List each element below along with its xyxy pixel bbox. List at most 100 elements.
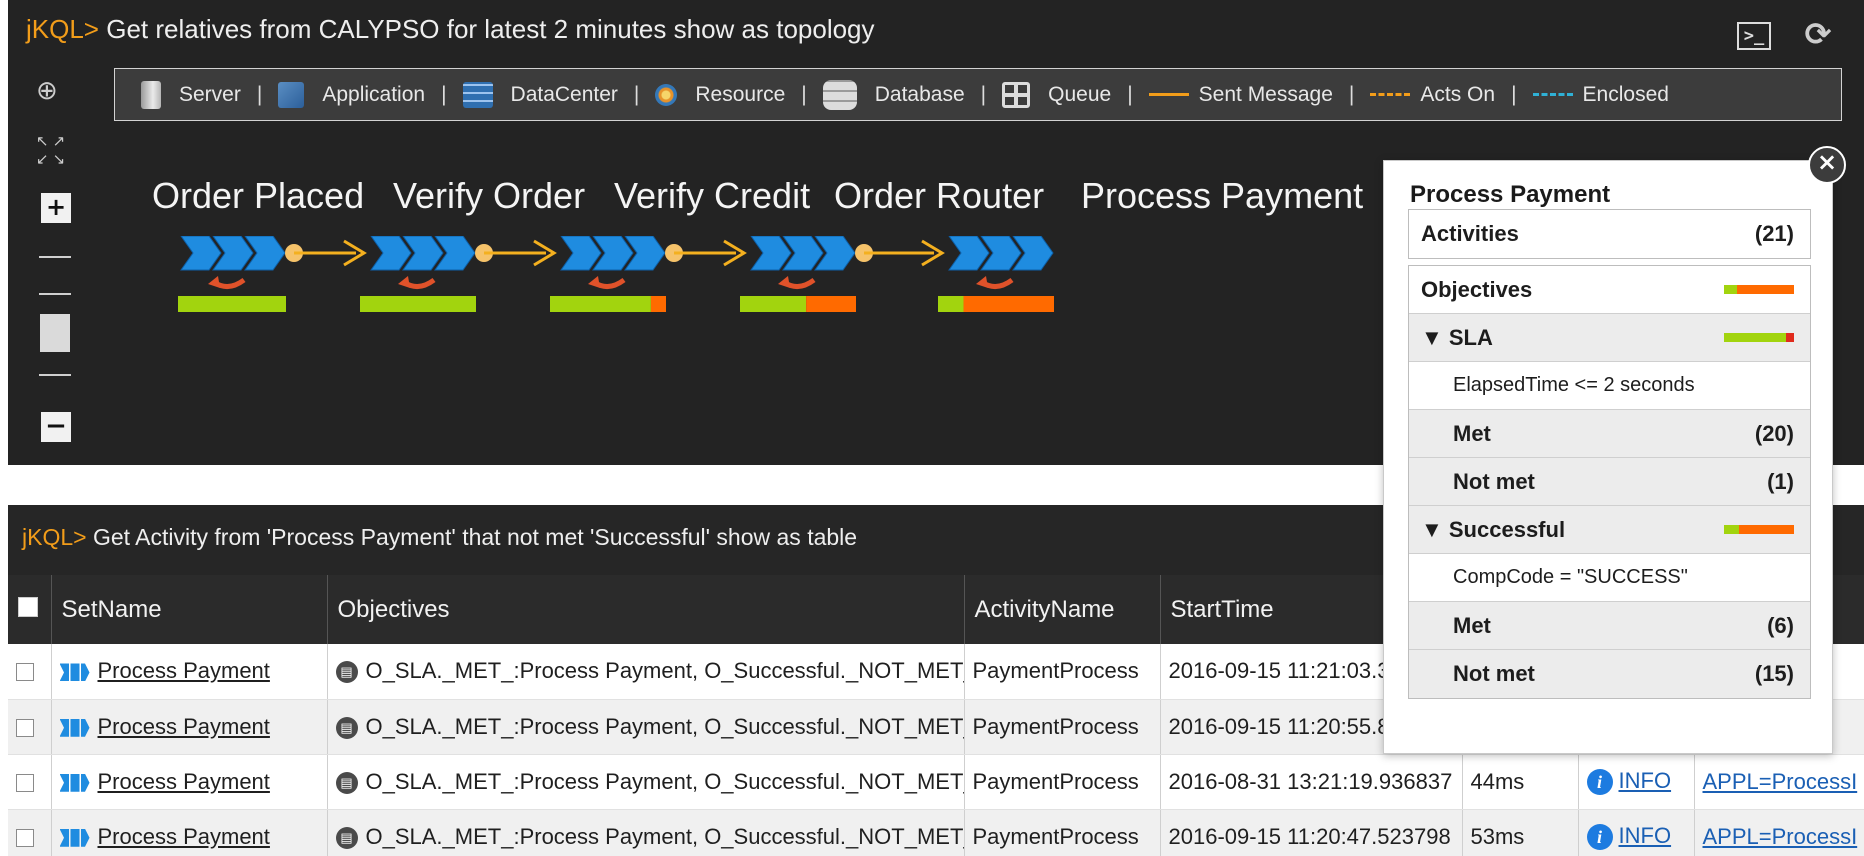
outbound-arc-head <box>976 276 988 288</box>
sla-not-met-row[interactable]: Not met (1) <box>1409 458 1810 506</box>
dashed-orange-line-icon <box>1370 93 1411 96</box>
row-checkbox[interactable] <box>8 644 52 700</box>
appl-cell: APPL=ProcessI <box>1694 754 1864 810</box>
node-label-order-router[interactable]: Order Router <box>834 175 1044 217</box>
solid-line-icon <box>1148 93 1189 96</box>
column-header-setname[interactable]: SetName <box>51 575 328 644</box>
info-icon: i <box>1586 769 1613 796</box>
select-all-checkbox[interactable] <box>8 575 52 644</box>
objectives-cell: ▤ O_SLA._MET_:Process Payment, O_Successf… <box>327 754 965 810</box>
zoom-in-button[interactable]: + <box>41 193 71 223</box>
setname-link[interactable]: Process Payment <box>98 824 270 849</box>
sla-met-row[interactable]: Met (20) <box>1409 410 1810 458</box>
fit-to-screen-icon[interactable]: ↖↗ ↙↘ <box>36 132 76 172</box>
row-checkbox[interactable] <box>8 809 52 856</box>
appl-link[interactable]: APPL=ProcessI <box>1703 824 1858 849</box>
activity-set-icon <box>59 718 90 737</box>
node-label-verify-credit[interactable]: Verify Credit <box>614 175 810 217</box>
activities-box: Activities (21) <box>1408 209 1811 259</box>
starttime-cell: 2016-09-15 11:20:47.523798 <box>1160 809 1463 856</box>
document-icon: ▤ <box>335 661 358 684</box>
zoom-slider-thumb[interactable] <box>40 314 70 352</box>
table-row[interactable]: Process Payment ▤ O_SLA._MET_:Process Paym… <box>8 809 1864 856</box>
node-detail-popup: Process Payment Activities (21) Objective… <box>1383 160 1833 754</box>
setname-link[interactable]: Process Payment <box>98 714 270 739</box>
resource-icon <box>655 83 678 106</box>
setname-cell: Process Payment <box>51 809 328 856</box>
info-icon: i <box>1586 824 1613 851</box>
activityname-cell: PaymentProcess <box>964 754 1161 810</box>
successful-condition: CompCode = "SUCCESS" <box>1409 554 1810 602</box>
document-icon: ▤ <box>335 771 358 794</box>
objectives-box: Objectives ▼ SLA ElapsedTime <= 2 second… <box>1408 265 1811 699</box>
outbound-arc-head <box>398 276 410 288</box>
zoom-tick <box>39 256 71 258</box>
zoom-tick <box>39 293 71 295</box>
setname-cell: Process Payment <box>51 644 328 700</box>
refresh-icon[interactable]: ⟳ <box>1798 14 1838 54</box>
table-row[interactable]: Process Payment ▤ O_SLA._MET_:Process Paym… <box>8 754 1864 810</box>
legend-sent-message[interactable]: Sent Message <box>1148 83 1333 107</box>
terminal-icon[interactable]: >_ <box>1737 22 1771 50</box>
objectives-cell: ▤ O_SLA._MET_:Process Payment, O_Successf… <box>327 699 965 755</box>
node-not-met-bar <box>963 296 1054 312</box>
popup-close-button[interactable]: × <box>1808 146 1846 184</box>
zoom-tick <box>39 374 71 376</box>
zoom-search-icon[interactable]: ⊕ <box>36 76 76 116</box>
successful-not-met-row[interactable]: Not met (15) <box>1409 650 1810 698</box>
legend-database[interactable]: Database <box>822 79 965 110</box>
setname-link[interactable]: Process Payment <box>98 769 270 794</box>
column-header-activityname[interactable]: ActivityName <box>964 575 1161 644</box>
node-label-verify-order[interactable]: Verify Order <box>393 175 585 217</box>
application-icon <box>278 81 305 108</box>
node-label-process-payment[interactable]: Process Payment <box>1081 175 1363 217</box>
elapsed-cell: 53ms <box>1462 809 1579 856</box>
sla-condition: ElapsedTime <= 2 seconds <box>1409 362 1810 410</box>
row-checkbox[interactable] <box>8 754 52 810</box>
appl-cell: APPL=ProcessI <box>1694 809 1864 856</box>
node-not-met-bar <box>650 296 666 312</box>
server-icon <box>141 80 161 109</box>
setname-link[interactable]: Process Payment <box>98 658 270 683</box>
outbound-arc-head <box>778 276 790 288</box>
activityname-cell: PaymentProcess <box>964 809 1161 856</box>
column-header-objectives[interactable]: Objectives <box>327 575 965 644</box>
activities-row[interactable]: Activities (21) <box>1409 210 1810 258</box>
starttime-cell: 2016-08-31 13:21:19.936837 <box>1160 754 1463 810</box>
successful-bar <box>1724 525 1794 534</box>
appl-link[interactable]: APPL=ProcessI <box>1703 769 1858 794</box>
zoom-out-button[interactable]: − <box>41 412 71 442</box>
activity-set-chevron-icon <box>750 236 792 271</box>
outbound-arc-head <box>588 276 600 288</box>
datacenter-icon <box>462 81 493 108</box>
topology-legend: Server | Application | DataCenter | Reso… <box>114 68 1842 121</box>
objectives-row[interactable]: Objectives <box>1409 266 1810 314</box>
legend-server[interactable]: Server <box>141 80 241 109</box>
queue-icon <box>1002 81 1031 108</box>
topology-flow <box>178 236 1054 312</box>
legend-resource[interactable]: Resource <box>655 83 785 107</box>
node-met-bar <box>550 296 651 312</box>
row-checkbox[interactable] <box>8 699 52 755</box>
successful-met-row[interactable]: Met (6) <box>1409 602 1810 650</box>
objectives-bar <box>1724 285 1794 294</box>
topology-query[interactable]: jKQL> Get relatives from CALYPSO for lat… <box>26 14 875 45</box>
legend-enclosed[interactable]: Enclosed <box>1532 83 1669 107</box>
activity-set-icon <box>59 828 90 847</box>
popup-title: Process Payment <box>1410 181 1611 208</box>
legend-application[interactable]: Application <box>278 81 425 108</box>
node-met-bar <box>938 296 964 312</box>
severity-link[interactable]: INFO <box>1619 768 1672 793</box>
activity-set-chevron-icon <box>370 236 412 271</box>
node-not-met-bar <box>806 296 856 312</box>
database-icon <box>822 79 857 110</box>
legend-queue[interactable]: Queue <box>1002 81 1111 108</box>
severity-link[interactable]: INFO <box>1619 823 1672 848</box>
node-label-order-placed[interactable]: Order Placed <box>152 175 364 217</box>
legend-acts-on[interactable]: Acts On <box>1370 83 1495 107</box>
legend-datacenter[interactable]: DataCenter <box>462 81 618 108</box>
setname-cell: Process Payment <box>51 699 328 755</box>
sla-row[interactable]: ▼ SLA <box>1409 314 1810 362</box>
successful-row[interactable]: ▼ Successful <box>1409 506 1810 554</box>
activity-set-chevron-icon <box>180 236 222 271</box>
